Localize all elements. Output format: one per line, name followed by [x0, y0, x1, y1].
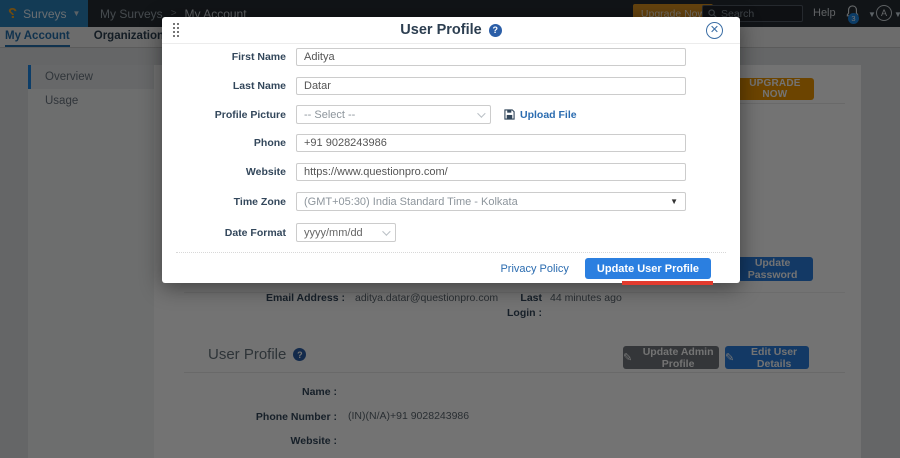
first-name-input[interactable]: [296, 48, 686, 66]
phone-input[interactable]: [296, 134, 686, 152]
website-input[interactable]: [296, 163, 686, 181]
phone-label: Phone: [162, 137, 286, 149]
date-format-selected-value: yyyy/mm/dd: [304, 227, 363, 239]
time-zone-select[interactable]: (GMT+05:30) India Standard Time - Kolkat…: [296, 192, 686, 211]
phone-row: Phone: [162, 134, 686, 152]
date-format-label: Date Format: [162, 227, 286, 239]
first-name-row: First Name: [162, 48, 686, 66]
profile-picture-row: Profile Picture -- Select -- Upload File: [162, 105, 577, 124]
time-zone-selected-value: (GMT+05:30) India Standard Time - Kolkat…: [304, 196, 518, 208]
website-label: Website: [162, 166, 286, 178]
upload-file-icon: [504, 109, 515, 120]
app-screen: ? Surveys ▼ My Surveys > My Account Upgr…: [0, 0, 900, 458]
time-zone-label: Time Zone: [162, 196, 286, 208]
update-user-profile-button[interactable]: Update User Profile: [585, 258, 711, 279]
annotation-underline: [622, 281, 713, 285]
caret-down-icon: ▼: [670, 197, 678, 206]
privacy-policy-link[interactable]: Privacy Policy: [500, 263, 568, 275]
chevron-down-icon: [477, 109, 485, 117]
date-format-select[interactable]: yyyy/mm/dd: [296, 223, 396, 242]
modal-header: User Profile ? ✕: [162, 17, 740, 44]
user-profile-modal: User Profile ? ✕ First Name Last Name Pr…: [162, 17, 740, 283]
date-format-row: Date Format yyyy/mm/dd: [162, 223, 396, 242]
close-icon[interactable]: ✕: [706, 22, 723, 39]
time-zone-row: Time Zone (GMT+05:30) India Standard Tim…: [162, 192, 686, 211]
upload-file-control[interactable]: Upload File: [504, 109, 577, 121]
modal-title-text: User Profile: [400, 22, 481, 38]
footer-divider: [176, 252, 726, 253]
profile-picture-label: Profile Picture: [162, 109, 286, 121]
last-name-row: Last Name: [162, 77, 686, 95]
modal-help-icon[interactable]: ?: [489, 24, 502, 37]
upload-file-link[interactable]: Upload File: [520, 109, 577, 121]
last-name-input[interactable]: [296, 77, 686, 95]
chevron-down-icon: [382, 227, 390, 235]
profile-picture-select[interactable]: -- Select --: [296, 105, 491, 124]
modal-footer: Privacy Policy Update User Profile: [500, 258, 711, 279]
last-name-label: Last Name: [162, 80, 286, 92]
modal-title: User Profile ?: [162, 22, 740, 38]
profile-picture-selected-value: -- Select --: [304, 109, 355, 121]
website-row: Website: [162, 163, 686, 181]
first-name-label: First Name: [162, 51, 286, 63]
